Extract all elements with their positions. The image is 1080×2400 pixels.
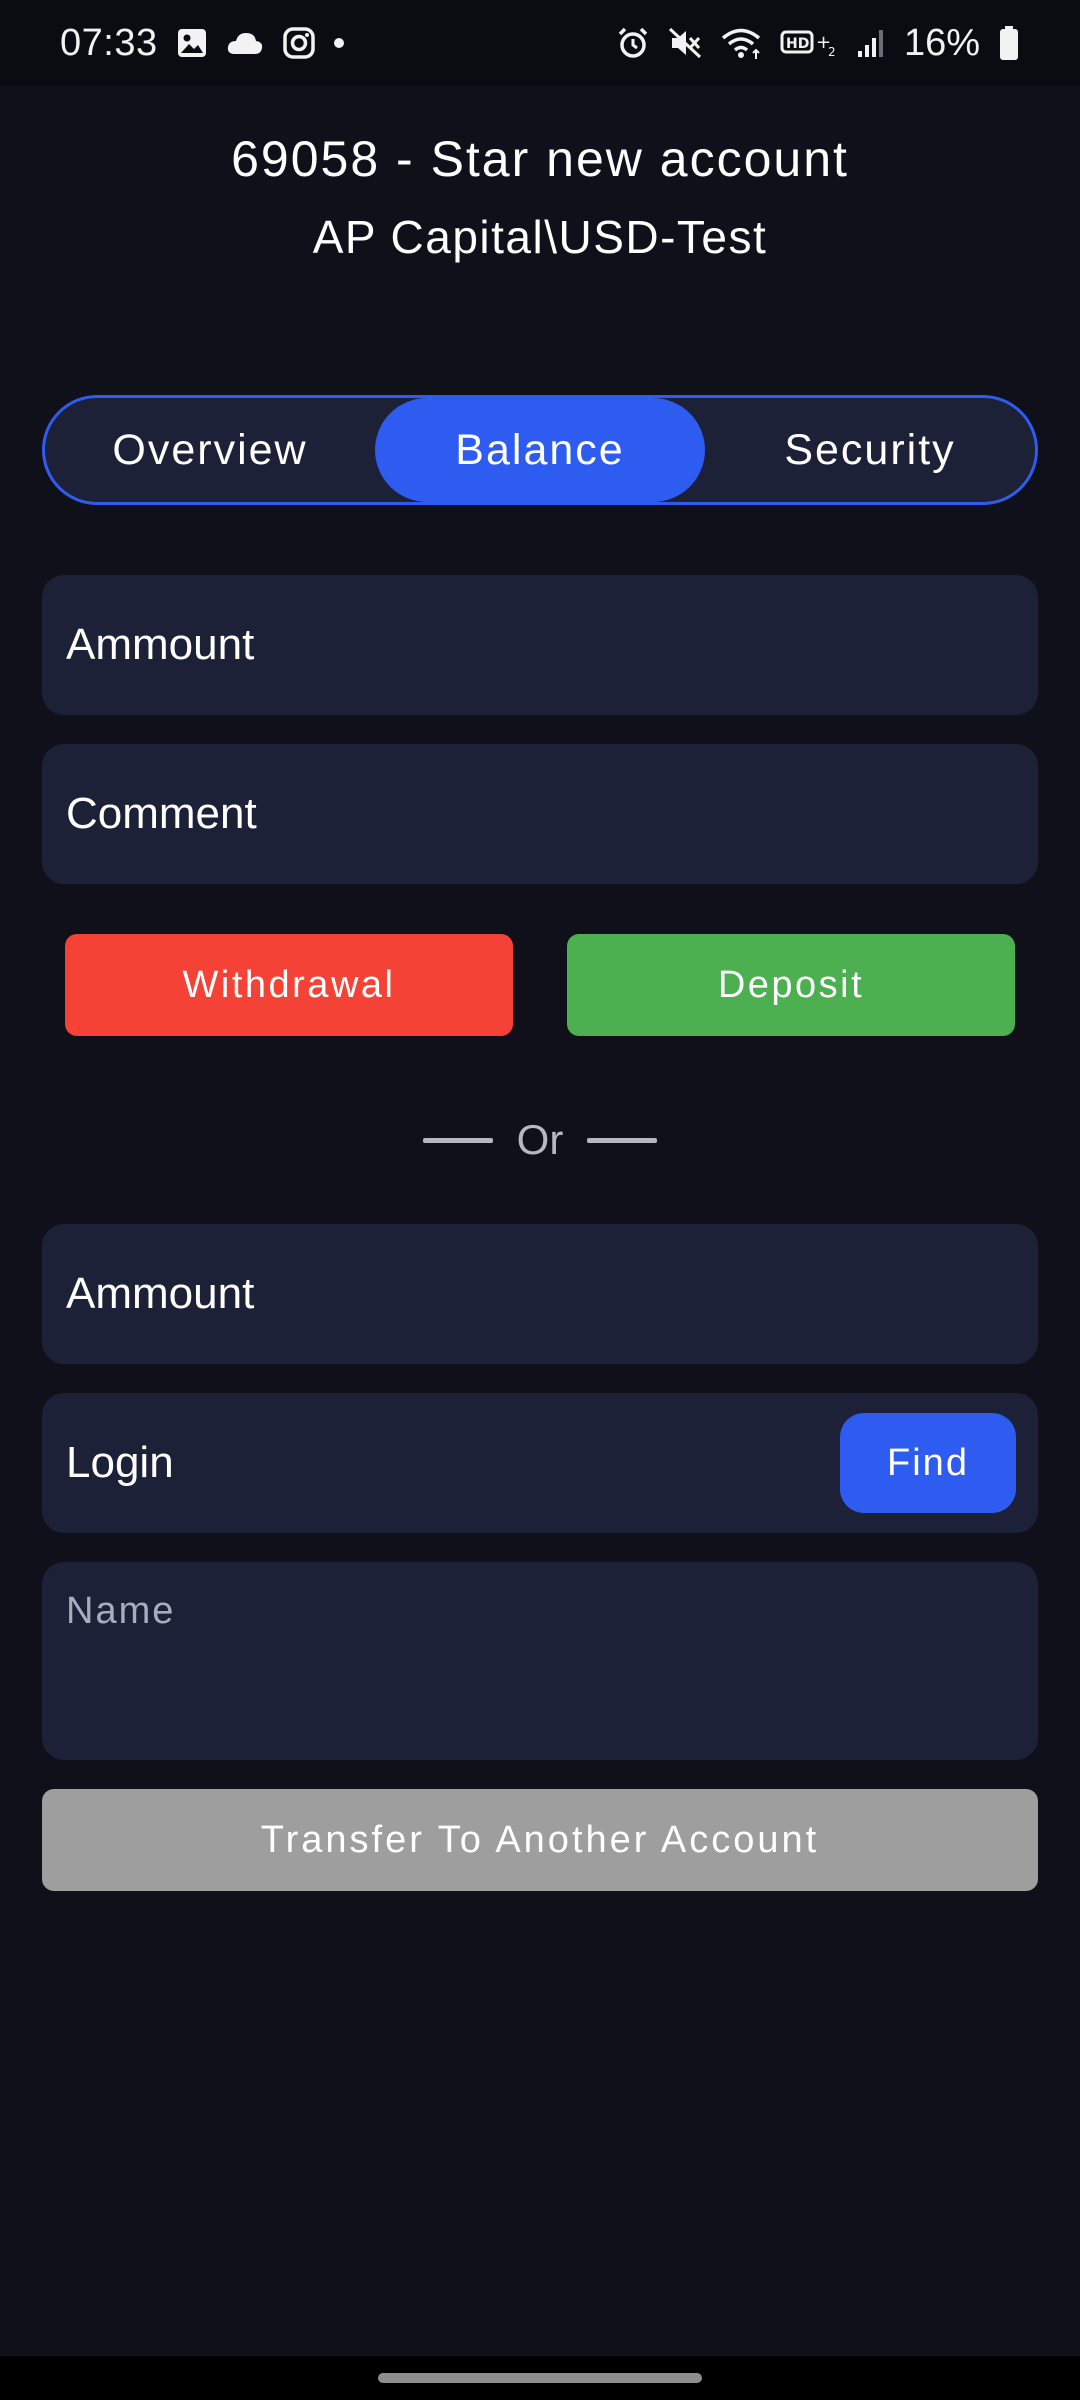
name-field[interactable]: Name <box>42 1562 1038 1760</box>
alarm-icon <box>616 23 650 63</box>
login-field-placeholder: Login <box>66 1438 174 1487</box>
find-button[interactable]: Find <box>840 1413 1016 1513</box>
transfer-button[interactable]: Transfer To Another Account <box>42 1789 1038 1891</box>
divider-line-left <box>422 1137 493 1143</box>
battery-percent: 16% <box>903 21 980 64</box>
segmented-tabs: Overview Balance Security <box>42 395 1038 505</box>
svg-text:2: 2 <box>828 45 836 59</box>
signal-icon <box>856 23 886 63</box>
transfer-amount-placeholder: Ammount <box>66 1269 255 1318</box>
hd-volte-icon: HD +2 <box>780 23 838 63</box>
tab-overview[interactable]: Overview <box>45 398 375 502</box>
amount-field[interactable]: Ammount <box>42 575 1038 715</box>
page-header: 69058 - Star new account AP Capital\USD-… <box>0 130 1080 264</box>
transfer-amount-field[interactable]: Ammount <box>42 1224 1038 1364</box>
status-bar-left: 07:33 <box>60 22 344 65</box>
notification-dot-icon <box>333 23 344 63</box>
page-title: 69058 - Star new account <box>231 131 849 187</box>
login-field[interactable]: Login Find <box>42 1393 1038 1533</box>
svg-text:HD: HD <box>786 36 809 52</box>
home-indicator[interactable] <box>378 2373 702 2383</box>
name-field-placeholder: Name <box>66 1590 176 1632</box>
or-label: Or <box>516 1116 564 1163</box>
gallery-icon <box>176 23 208 63</box>
battery-icon <box>998 23 1020 63</box>
mute-icon <box>668 23 702 63</box>
comment-field[interactable]: Comment <box>42 744 1038 884</box>
status-time: 07:33 <box>60 21 158 64</box>
divider-line-right <box>587 1137 658 1143</box>
cloud-icon <box>226 23 264 63</box>
app-screen: 07:33 HD +2 16% 69058 - Star new account… <box>0 0 1080 2400</box>
deposit-button[interactable]: Deposit <box>567 934 1015 1036</box>
tab-security[interactable]: Security <box>705 398 1035 502</box>
tab-balance[interactable]: Balance <box>375 398 705 502</box>
wifi-icon <box>720 23 762 63</box>
withdrawal-button[interactable]: Withdrawal <box>65 934 513 1036</box>
or-divider: Or <box>0 1110 1080 1170</box>
status-bar: 07:33 HD +2 16% <box>0 0 1080 86</box>
status-bar-right: HD +2 16% <box>616 22 1020 65</box>
instagram-icon <box>282 23 316 63</box>
page-subtitle: AP Capital\USD-Test <box>312 211 768 263</box>
comment-field-placeholder: Comment <box>66 789 257 838</box>
amount-field-placeholder: Ammount <box>66 620 255 669</box>
